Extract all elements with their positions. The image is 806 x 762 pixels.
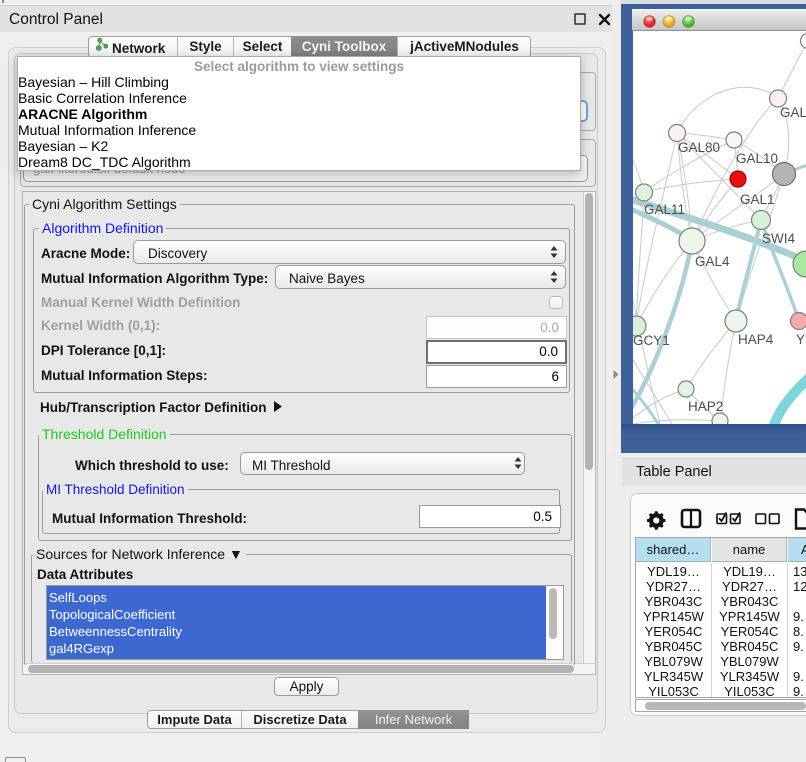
svg-text:GAL4: GAL4 xyxy=(695,254,730,269)
svg-text:GAL80: GAL80 xyxy=(678,140,720,155)
svg-text:GCY1: GCY1 xyxy=(633,333,670,348)
svg-text:Y: Y xyxy=(796,332,805,347)
svg-text:GAL11: GAL11 xyxy=(644,202,685,217)
svg-text:HAP4: HAP4 xyxy=(738,332,774,347)
svg-text:HAP2: HAP2 xyxy=(688,399,723,414)
svg-text:GAL10: GAL10 xyxy=(736,151,778,166)
svg-text:GAL1: GAL1 xyxy=(740,192,775,207)
svg-text:GAL7: GAL7 xyxy=(780,105,806,120)
svg-text:SWI4: SWI4 xyxy=(762,231,795,246)
